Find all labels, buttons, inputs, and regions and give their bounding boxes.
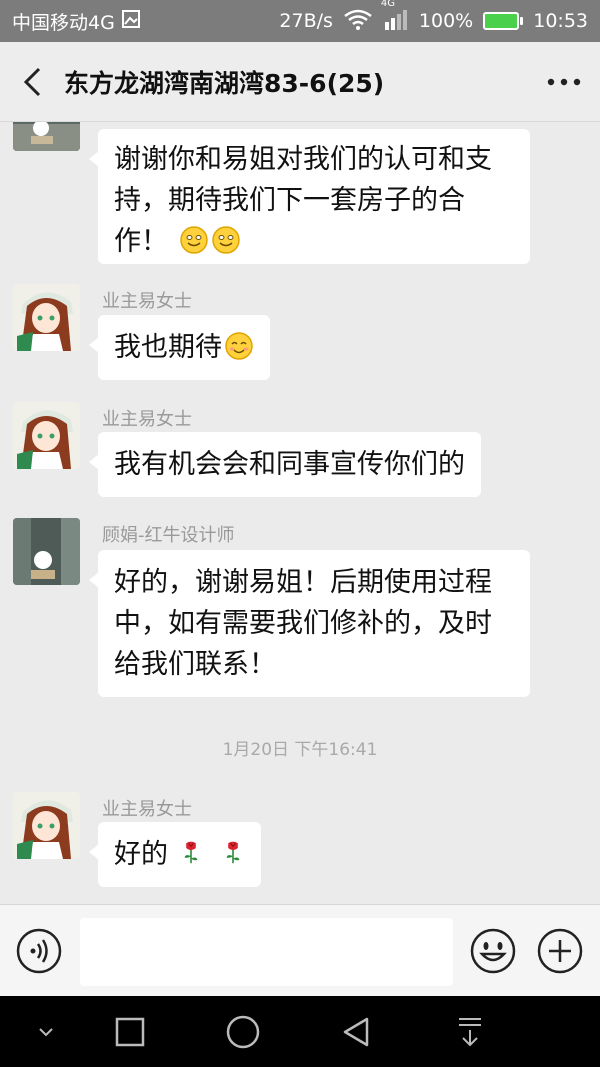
timestamp: 1月20日 下午16:41 [222,740,378,760]
message-text: 谢谢你和易姐对我们的认可和支持，期待我们下一套房子的合作！ [114,144,492,257]
carrier-label: 中国移动4G [12,11,115,34]
message-bubble[interactable]: 谢谢你和易姐对我们的认可和支持，期待我们下一套房子的合作！ [89,129,530,264]
navigation-bar [0,996,600,1067]
chat-messages[interactable]: 谢谢你和易姐对我们的认可和支持，期待我们下一套房子的合作！ 业主易女士 我也期待 [0,122,600,904]
chat-header: 东方龙湖湾南湖湾83-6(25) [0,42,600,122]
image-icon [121,9,141,34]
smile-emoji-icon [211,226,240,254]
network-speed: 27B/s [279,10,333,32]
nav-notifications-button[interactable] [448,1010,492,1054]
nav-back-button[interactable] [334,1010,378,1054]
blush-emoji-icon [225,332,253,360]
chat-title: 东方龙湖湾南湖湾83-6(25) [64,64,528,100]
message-bubble[interactable]: 我也期待 [89,315,270,380]
wifi-icon [343,8,373,35]
message-bubble[interactable]: 好的，谢谢易姐！后期使用过程中，如有需要我们修补的，及时给我们联系！ [89,550,530,697]
voice-icon [16,928,62,974]
pull-down-icon [459,1018,481,1047]
clock: 10:53 [533,10,588,32]
rose-emoji-icon [184,841,197,864]
chevron-down-icon [39,1028,53,1037]
avatar[interactable] [13,284,80,351]
more-horizontal-icon [547,78,581,85]
avatar[interactable] [13,518,80,585]
smile-emoji-icon [179,226,208,254]
battery-icon [483,12,524,30]
chevron-left-icon [23,67,41,96]
avatar[interactable] [13,122,80,151]
triangle-back-icon [343,1017,369,1047]
nav-recents-button[interactable] [108,1010,152,1054]
more-button[interactable] [528,42,600,122]
battery-percent: 100% [418,10,474,32]
message-bubble[interactable]: 好的 [88,822,262,887]
sender-name: 业主易女士 [102,409,192,430]
member-count: (25) [326,68,385,98]
message-text: 好的 [114,839,168,870]
message-input[interactable] [80,918,453,986]
group-name: 东方龙湖湾南湖湾83-6 [64,68,327,98]
nav-hide-button[interactable] [24,1010,68,1054]
rose-emoji-icon [226,841,240,864]
add-button[interactable] [537,928,583,974]
nav-home-button[interactable] [221,1010,265,1054]
back-button[interactable] [0,42,64,122]
plus-circle-icon [537,928,583,974]
avatar[interactable] [13,402,80,469]
message-text: 我也期待 [114,332,222,363]
network-type: 4G [380,0,396,9]
square-icon [115,1017,145,1047]
message-text: 好的，谢谢易姐！后期使用过程中，如有需要我们修补的，及时给我们联系！ [114,567,492,680]
circle-icon [226,1015,260,1049]
input-bar [0,904,600,996]
sender-name: 业主易女士 [102,799,192,820]
sender-name: 业主易女士 [102,291,192,312]
message-text: 我有机会会和同事宣传你们的 [114,449,465,480]
emoji-button[interactable] [470,928,516,974]
message-bubble[interactable]: 我有机会会和同事宣传你们的 [89,432,481,497]
signal-icon: 4G [381,0,409,35]
voice-button[interactable] [16,928,62,974]
sender-name: 顾娟-红牛设计师 [102,525,235,546]
avatar[interactable] [13,792,80,859]
emoji-face-icon [470,928,516,974]
status-bar: 中国移动4G 27B/s 4G 100% 10:53 [0,0,600,42]
